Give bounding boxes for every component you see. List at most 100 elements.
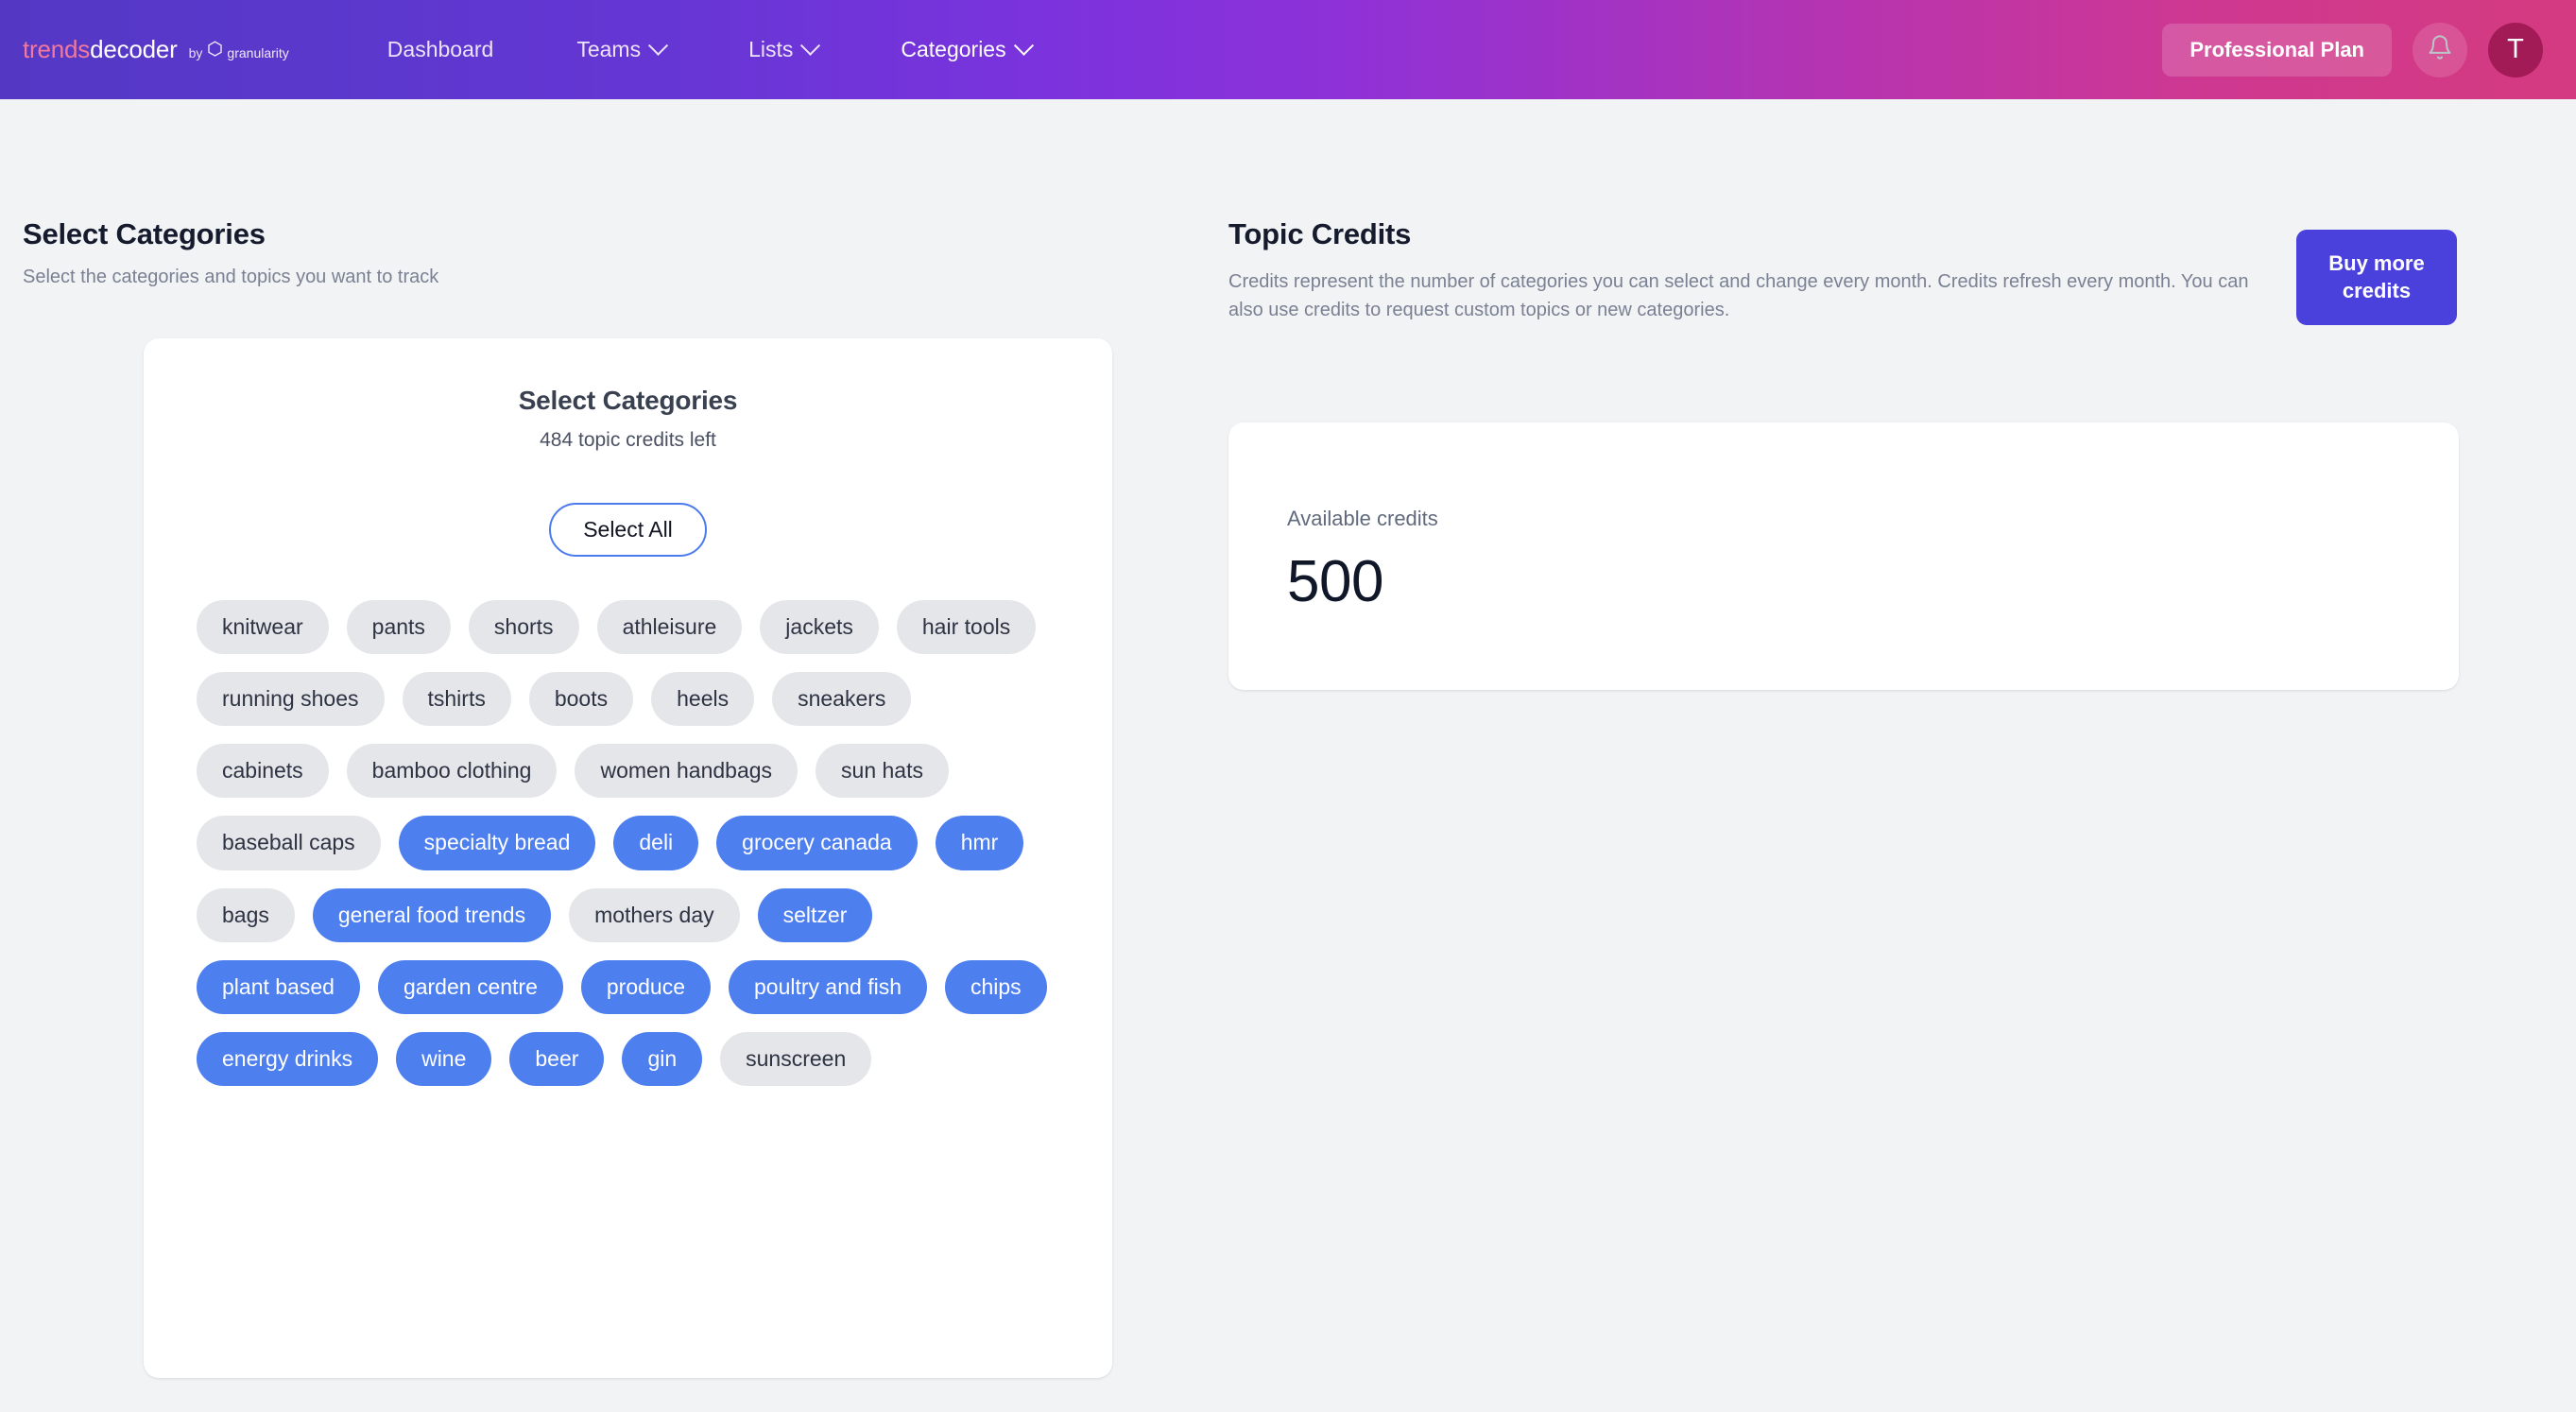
category-chip-label: hmr xyxy=(960,830,999,855)
select-all-row: Select All xyxy=(197,503,1059,557)
category-chip-label: pants xyxy=(371,614,425,639)
category-chip-label: sun hats xyxy=(841,758,923,783)
category-chip-label: bags xyxy=(222,902,269,927)
category-chip[interactable]: produce xyxy=(580,959,711,1014)
category-chip[interactable]: bamboo clothing xyxy=(346,744,558,799)
category-chip-label: plant based xyxy=(222,973,335,999)
category-chip[interactable]: tshirts xyxy=(402,672,511,727)
available-credits-card: Available credits 500 xyxy=(1228,422,2459,691)
category-chip-label: mothers day xyxy=(594,902,714,927)
nav-item-dashboard[interactable]: Dashboard xyxy=(346,26,536,74)
available-credits-value: 500 xyxy=(1287,549,1383,615)
nav-item-categories[interactable]: Categories xyxy=(859,26,1072,74)
hexagon-icon xyxy=(207,41,223,62)
credits-left-text: 484 topic credits left xyxy=(540,429,716,451)
category-chip-label: general food trends xyxy=(337,902,526,927)
page-subtitle: Select the categories and topics you wan… xyxy=(23,267,439,287)
category-chip[interactable]: seltzer xyxy=(757,887,873,942)
category-chip-label: gin xyxy=(647,1045,678,1071)
nav-item-teams[interactable]: Teams xyxy=(535,26,707,74)
category-chip[interactable]: chips xyxy=(944,959,1047,1014)
nav-item-teams-label: Teams xyxy=(576,37,642,61)
category-chip[interactable]: hmr xyxy=(935,816,1024,870)
category-chip[interactable]: bags xyxy=(197,887,295,942)
brand-decoder-text: decoder xyxy=(90,35,178,63)
main-content: Select Categories Select the categories … xyxy=(0,99,2576,1378)
topic-credits-text-block: Topic Credits Credits represent the numb… xyxy=(1228,217,2258,325)
category-chip-label: produce xyxy=(606,973,685,999)
select-all-button[interactable]: Select All xyxy=(549,503,707,557)
notifications-button[interactable] xyxy=(2413,22,2467,77)
category-chip[interactable]: pants xyxy=(346,600,451,655)
category-chip[interactable]: plant based xyxy=(197,959,360,1014)
topic-credits-title: Topic Credits xyxy=(1228,217,1412,250)
categories-column: Select Categories Select the categories … xyxy=(0,99,1228,1378)
chevron-down-icon xyxy=(1013,35,1034,56)
category-chip[interactable]: knitwear xyxy=(197,600,329,655)
category-chip-label: poultry and fish xyxy=(754,973,902,999)
topic-credits-column: Topic Credits Credits represent the numb… xyxy=(1228,99,2576,1378)
nav-right-group: Professional Plan T xyxy=(2162,22,2543,77)
plan-badge-button[interactable]: Professional Plan xyxy=(2162,23,2392,77)
category-chip-label: hair tools xyxy=(921,614,1011,639)
category-chip-label: bamboo clothing xyxy=(371,758,532,783)
category-chip-label: specialty bread xyxy=(423,830,571,855)
category-chip-label: beer xyxy=(535,1045,579,1071)
category-chip[interactable]: beer xyxy=(509,1031,605,1086)
brand-trends-text: trends xyxy=(23,35,91,63)
page-title: Select Categories xyxy=(23,217,266,250)
category-chip[interactable]: boots xyxy=(528,672,634,727)
category-chip[interactable]: athleisure xyxy=(596,600,743,655)
chevron-down-icon xyxy=(800,35,821,56)
category-chip-list: knitwear pants shorts athleisure jackets hair… xyxy=(197,600,1047,1086)
category-chip-label: deli xyxy=(639,830,674,855)
nav-item-lists[interactable]: Lists xyxy=(707,26,859,74)
category-chip-label: garden centre xyxy=(403,973,538,999)
nav-item-lists-label: Lists xyxy=(748,37,794,61)
category-chip-label: sunscreen xyxy=(746,1045,847,1071)
category-chip-label: tshirts xyxy=(427,686,486,712)
category-chip-label: seltzer xyxy=(782,902,848,927)
category-chip-label: jackets xyxy=(785,614,853,639)
category-chip[interactable]: sun hats xyxy=(816,744,949,799)
category-chip[interactable]: running shoes xyxy=(197,672,385,727)
category-chip[interactable]: deli xyxy=(613,816,699,870)
bell-icon xyxy=(2427,34,2453,65)
category-chip-label: chips xyxy=(970,973,1022,999)
category-chip[interactable]: garden centre xyxy=(377,959,563,1014)
category-chip[interactable]: grocery canada xyxy=(716,816,918,870)
category-chip[interactable]: jackets xyxy=(760,600,879,655)
category-chip[interactable]: specialty bread xyxy=(398,816,596,870)
category-chip-label: cabinets xyxy=(222,758,303,783)
category-chip[interactable]: wine xyxy=(396,1031,492,1086)
nav-item-dashboard-label: Dashboard xyxy=(386,37,494,61)
nav-item-categories-label: Categories xyxy=(901,37,1006,61)
brand-logo[interactable]: trends decoder by granularity xyxy=(23,35,289,64)
category-chip-label: wine xyxy=(421,1045,467,1071)
category-chip[interactable]: shorts xyxy=(468,600,579,655)
category-chip[interactable]: women handbags xyxy=(575,744,799,799)
brand-by-text: by xyxy=(188,45,203,60)
brand-company-text: granularity xyxy=(227,45,289,60)
category-chip[interactable]: hair tools xyxy=(896,600,1037,655)
category-chip[interactable]: energy drinks xyxy=(197,1031,379,1086)
category-chip-label: energy drinks xyxy=(222,1045,353,1071)
category-chip[interactable]: heels xyxy=(651,672,755,727)
buy-more-credits-button[interactable]: Buy more credits xyxy=(2296,230,2457,326)
topic-credits-description: Credits represent the number of categori… xyxy=(1228,271,2249,321)
category-chip-label: shorts xyxy=(493,614,554,639)
category-chip[interactable]: cabinets xyxy=(197,744,329,799)
category-chip[interactable]: poultry and fish xyxy=(729,959,927,1014)
category-chip[interactable]: sunscreen xyxy=(720,1031,872,1086)
category-chip[interactable]: general food trends xyxy=(312,887,552,942)
category-chip[interactable]: gin xyxy=(622,1031,703,1086)
category-chip[interactable]: mothers day xyxy=(569,887,740,942)
available-credits-label: Available credits xyxy=(1287,507,1438,531)
category-chip[interactable]: baseball caps xyxy=(197,816,381,870)
card-title: Select Categories xyxy=(518,386,738,415)
nav-links: Dashboard Teams Lists Categories xyxy=(346,26,1073,74)
category-chip[interactable]: sneakers xyxy=(772,672,912,727)
avatar[interactable]: T xyxy=(2488,22,2543,77)
category-chip-label: grocery canada xyxy=(742,830,892,855)
category-chip-label: baseball caps xyxy=(222,830,355,855)
